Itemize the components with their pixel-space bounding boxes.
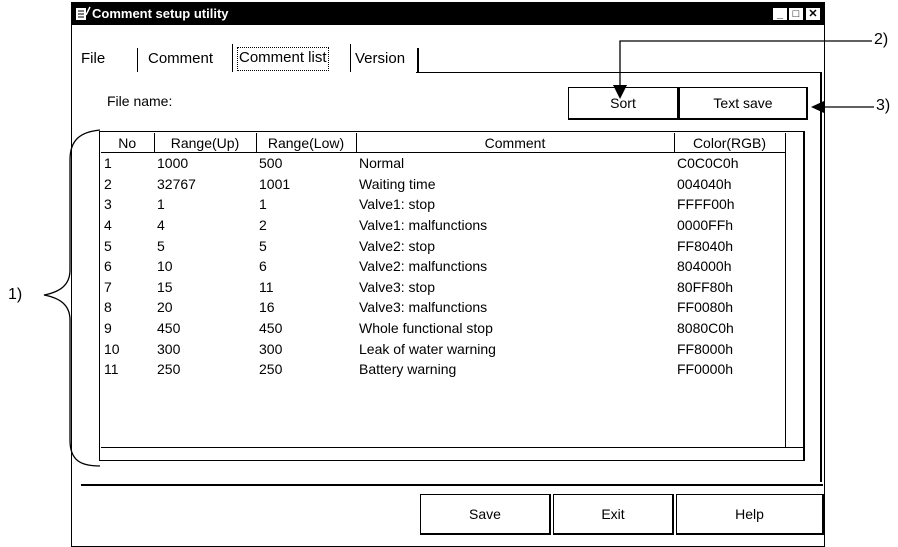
callout-1-label: 1) — [8, 286, 23, 303]
callout-2-leader — [619, 40, 872, 92]
callout-2-label: 2) — [874, 31, 889, 48]
callout-3-arrowhead — [811, 101, 824, 113]
callout-graphics — [43, 40, 874, 467]
callout-1-brace — [43, 129, 101, 467]
callout-3-label: 3) — [876, 97, 891, 114]
callout-2-arrowhead — [613, 85, 627, 99]
